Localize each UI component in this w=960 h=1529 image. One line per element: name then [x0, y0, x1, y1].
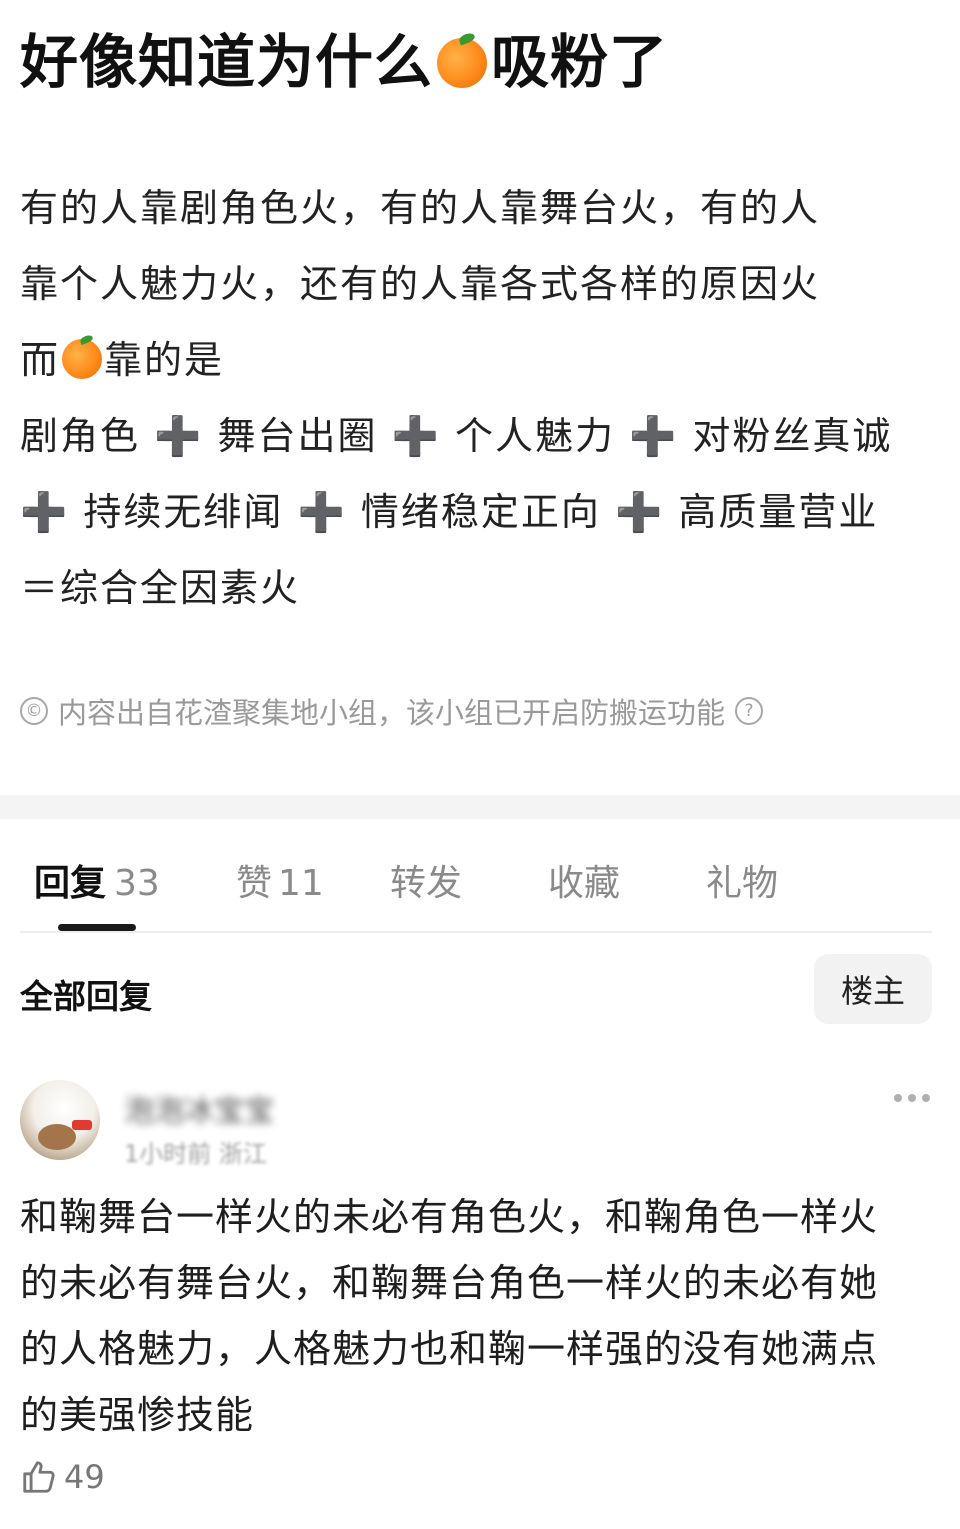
comment-meta: 1小时前 浙江	[124, 1140, 267, 1168]
tab-gifts-label: 礼物	[706, 863, 779, 904]
body-line-1: 有的人靠剧角色火，有的人靠舞台火，有的人	[20, 186, 821, 230]
all-replies-label: 全部回复	[20, 977, 152, 1016]
comment-username[interactable]: 泡泡冰宝宝	[124, 1086, 274, 1130]
op-only-button[interactable]: 楼主	[814, 954, 932, 1024]
title-text-start: 好像知道为什么	[20, 28, 434, 96]
reply-filter-row: 全部回复 楼主	[20, 954, 932, 1024]
tab-reposts[interactable]: 转发	[390, 854, 462, 906]
repost-protection-notice: © 内容出自花渣聚集地小组，该小组已开启防搬运功能 ?	[20, 690, 764, 732]
body-line-3-start: 而	[20, 338, 61, 382]
notice-text: 内容出自花渣聚集地小组，该小组已开启防搬运功能	[58, 696, 726, 730]
interaction-tabs: 回复 33 赞 11 转发 收藏 礼物	[0, 840, 960, 932]
post-title: 好像知道为什么 吸粉了	[20, 24, 668, 100]
tab-likes-label: 赞	[236, 863, 273, 904]
tab-likes[interactable]: 赞 11	[236, 854, 324, 906]
body-line-6: ＝综合全因素火	[20, 566, 301, 610]
like-count: 49	[64, 1458, 105, 1496]
tab-reposts-label: 转发	[390, 863, 463, 904]
thumbs-up-icon	[23, 1461, 55, 1493]
help-icon[interactable]: ?	[735, 697, 764, 725]
tab-replies[interactable]: 回复 33	[34, 854, 160, 906]
section-divider	[0, 795, 960, 819]
tab-replies-count: 33	[114, 863, 160, 904]
post-body: 有的人靠剧角色火，有的人靠舞台火，有的人 靠个人魅力火，还有的人靠各式各样的原因…	[20, 170, 940, 626]
tab-likes-count: 11	[278, 863, 324, 904]
comment-text: 和鞠舞台一样火的未必有角色火，和鞠角色一样火 的未必有舞台火，和鞠舞台角色一样火…	[20, 1184, 940, 1448]
body-line-5: ➕ 持续无绯闻 ➕ 情绪稳定正向 ➕ 高质量营业	[20, 490, 879, 534]
orange-emoji-icon	[62, 339, 103, 379]
comment-line-2: 的未必有舞台火，和鞠舞台角色一样火的未必有她	[20, 1261, 879, 1305]
comment-line-3: 的人格魅力，人格魅力也和鞠一样强的没有她满点	[20, 1327, 879, 1371]
avatar[interactable]	[20, 1080, 100, 1160]
body-line-4: 剧角色 ➕ 舞台出圈 ➕ 个人魅力 ➕ 对粉丝真诚	[20, 414, 893, 458]
comment-line-1: 和鞠舞台一样火的未必有角色火，和鞠角色一样火	[20, 1195, 879, 1239]
comment-line-4: 的美强惨技能	[20, 1393, 255, 1437]
active-tab-indicator	[58, 924, 136, 931]
body-line-3: 而靠的是	[20, 322, 940, 398]
tab-favorites-label: 收藏	[548, 863, 621, 904]
tab-gifts[interactable]: 礼物	[706, 854, 778, 906]
post-content: 好像知道为什么 吸粉了 有的人靠剧角色火，有的人靠舞台火，有的人 靠个人魅力火，还…	[0, 0, 960, 795]
copyright-icon: ©	[20, 697, 48, 725]
tab-replies-label: 回复	[34, 863, 107, 904]
orange-emoji-icon	[437, 38, 488, 88]
body-line-2: 靠个人魅力火，还有的人靠各式各样的原因火	[20, 262, 821, 306]
comment-like[interactable]: 49	[20, 1458, 105, 1496]
body-line-3-end: 靠的是	[104, 338, 225, 382]
tab-favorites[interactable]: 收藏	[548, 854, 620, 906]
more-options-icon[interactable]	[894, 1094, 930, 1102]
tabs-underline	[20, 931, 932, 933]
title-text-end: 吸粉了	[491, 28, 669, 96]
